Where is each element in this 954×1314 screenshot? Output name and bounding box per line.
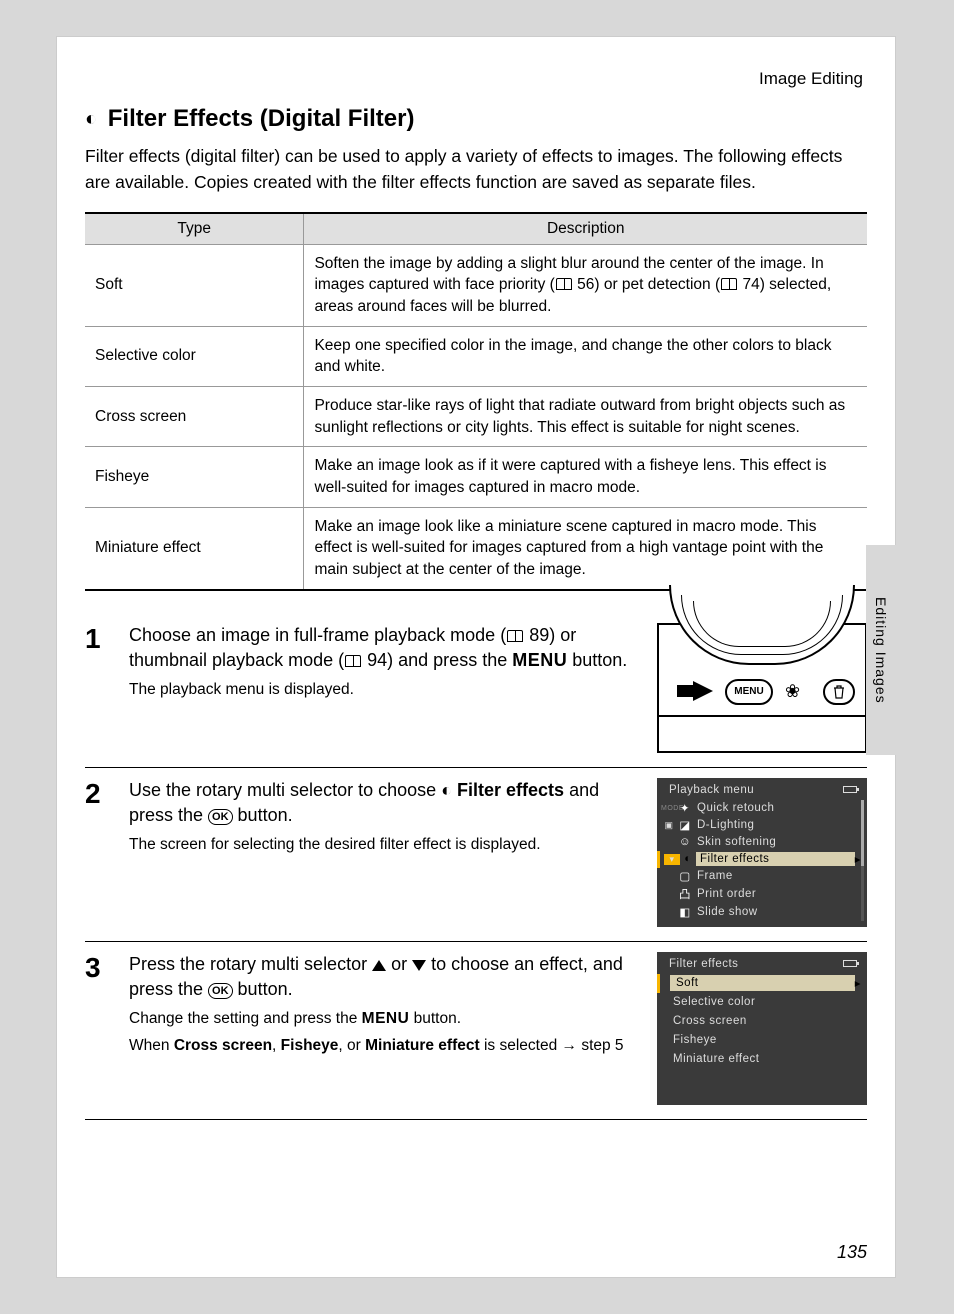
step-sub: The playback menu is displayed. — [129, 679, 643, 701]
effects-table: Type Description Soft Soften the image b… — [85, 212, 867, 591]
step-title: Use the rotary multi selector to choose … — [129, 778, 643, 828]
book-icon — [556, 278, 572, 290]
step-title: Choose an image in full-frame playback m… — [129, 623, 643, 673]
down-triangle-icon — [412, 960, 426, 971]
table-row: Miniature effect Make an image look like… — [85, 507, 867, 590]
macro-icon: ❀ — [785, 681, 800, 702]
book-icon — [345, 655, 361, 667]
scrollbar — [861, 800, 864, 921]
step-sub: When Cross screen, Fisheye, or Miniature… — [129, 1035, 643, 1057]
battery-icon — [843, 786, 857, 793]
breadcrumb: Image Editing — [85, 69, 867, 89]
step-title: Press the rotary multi selector or to ch… — [129, 952, 643, 1002]
step-number: 3 — [85, 952, 115, 1105]
table-row: Cross screen Produce star-like rays of l… — [85, 386, 867, 446]
table-row: Fisheye Make an image look as if it were… — [85, 447, 867, 507]
up-triangle-icon — [372, 960, 386, 971]
page-number: 135 — [837, 1242, 867, 1263]
battery-icon — [843, 960, 857, 967]
arrow-icon — [693, 681, 713, 701]
menu-button: MENU — [725, 679, 773, 705]
book-icon — [721, 278, 737, 290]
table-row: Soft Soften the image by adding a slight… — [85, 244, 867, 326]
ok-button-icon: OK — [208, 983, 233, 999]
lcd-filter-effects: Filter effects Soft▸ Selective color Cro… — [657, 952, 867, 1105]
section-tab: Editing Images — [866, 545, 896, 755]
step-number: 2 — [85, 778, 115, 927]
th-type: Type — [85, 213, 304, 245]
step-number: 1 — [85, 623, 115, 753]
step-2: 2 Use the rotary multi selector to choos… — [85, 768, 867, 942]
ok-button-icon: OK — [208, 809, 233, 825]
filter-icon: ◐ — [85, 108, 97, 130]
step-3: 3 Press the rotary multi selector or to … — [85, 942, 867, 1120]
trash-button — [823, 679, 855, 705]
book-icon — [507, 630, 523, 642]
lcd-playback-menu: Playback menu MODE✦Quick retouch ▣◪D-Lig… — [657, 778, 867, 927]
th-desc: Description — [304, 213, 867, 245]
intro-text: Filter effects (digital filter) can be u… — [85, 143, 867, 196]
step-sub: The screen for selecting the desired fil… — [129, 834, 643, 856]
table-row: Selective color Keep one specified color… — [85, 326, 867, 386]
step-1: 1 Choose an image in full-frame playback… — [85, 613, 867, 768]
step-sub: Change the setting and press the MENU bu… — [129, 1008, 643, 1030]
camera-illustration: MENU ❀ — [657, 623, 867, 753]
page-title: ◐ Filter Effects (Digital Filter) — [85, 105, 867, 133]
